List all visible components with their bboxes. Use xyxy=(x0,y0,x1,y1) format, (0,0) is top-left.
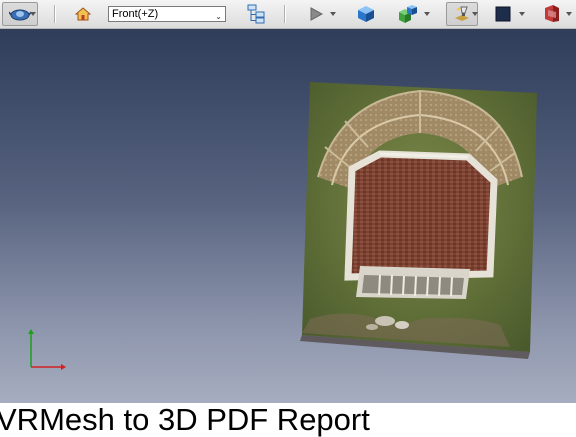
background-color-icon xyxy=(495,6,511,22)
pdf-3d-toolbar: Front(+Z) ⌄ xyxy=(0,0,576,29)
play-animation-button[interactable] xyxy=(306,2,326,26)
lighting-cubes-icon xyxy=(395,4,419,24)
toolbar-separator xyxy=(54,5,56,23)
render-mode-icon xyxy=(452,4,472,24)
chevron-down-icon: ⌄ xyxy=(215,12,222,21)
model-tree-button[interactable] xyxy=(244,2,268,26)
building-3d-model[interactable] xyxy=(300,82,537,359)
background-color-button[interactable] xyxy=(492,2,514,26)
view-select-value: Front(+Z) xyxy=(112,8,159,20)
home-view-icon xyxy=(75,6,91,22)
cross-section-button[interactable] xyxy=(540,2,564,26)
3d-viewport[interactable] xyxy=(0,29,576,403)
toolbar-separator xyxy=(284,5,286,23)
chevron-down-icon[interactable] xyxy=(566,12,572,16)
view-select[interactable]: Front(+Z) ⌄ xyxy=(108,6,226,22)
lighting-button[interactable] xyxy=(394,2,420,26)
chevron-down-icon[interactable] xyxy=(30,12,36,16)
model-tree-icon xyxy=(247,4,265,24)
home-view-button[interactable] xyxy=(72,2,94,26)
3d-cube-button[interactable] xyxy=(355,2,377,26)
camera-navigation-icon xyxy=(9,6,31,22)
document-title: VRMesh to 3D PDF Report xyxy=(0,402,370,437)
chevron-down-icon[interactable] xyxy=(519,12,525,16)
chevron-down-icon[interactable] xyxy=(424,12,430,16)
3d-cube-icon xyxy=(357,5,375,23)
chevron-down-icon[interactable] xyxy=(330,12,336,16)
axis-triad xyxy=(28,329,66,370)
chevron-down-icon[interactable] xyxy=(472,12,478,16)
play-animation-icon xyxy=(309,7,323,21)
cross-section-icon xyxy=(542,4,562,24)
